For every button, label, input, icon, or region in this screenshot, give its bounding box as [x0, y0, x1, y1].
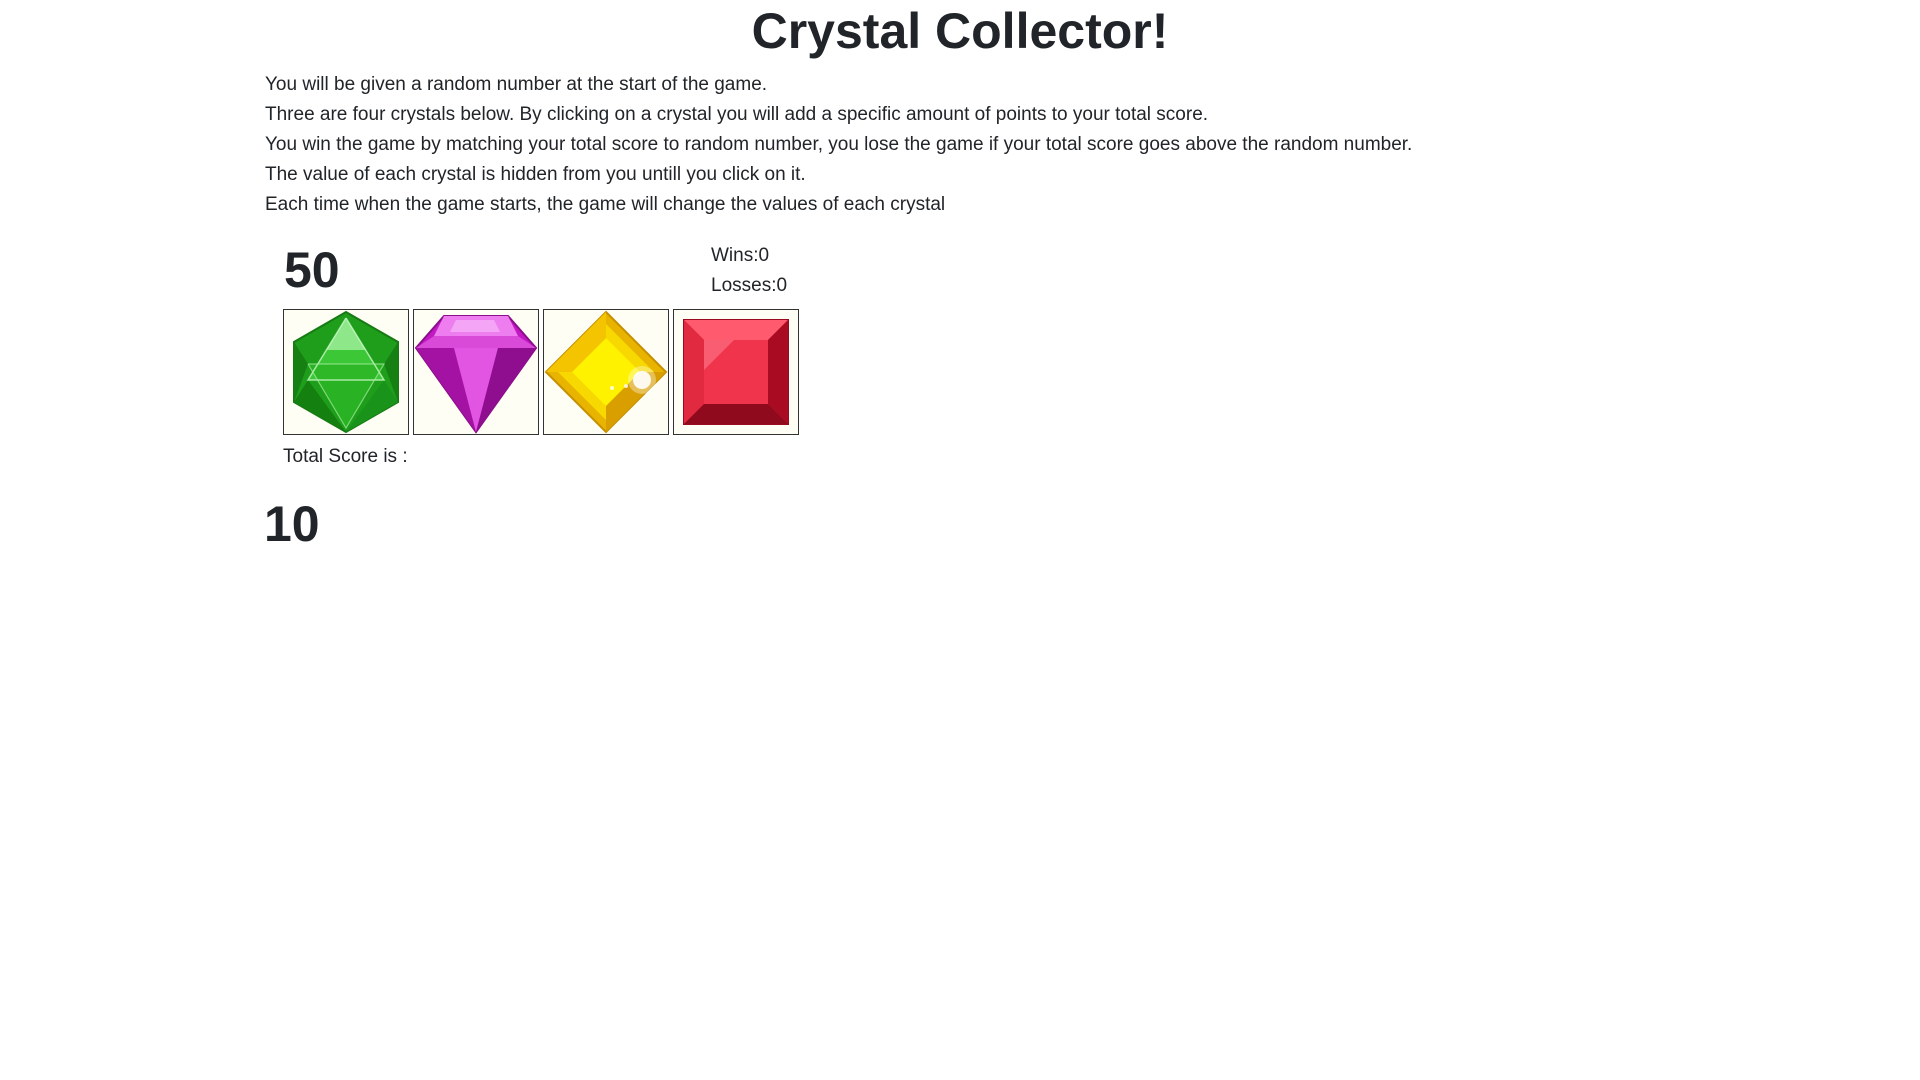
target-number: 50	[284, 242, 340, 298]
wins-counter: Wins:0	[711, 245, 770, 266]
instruction-line: You will be given a random number at the…	[265, 74, 768, 95]
red-crystal-button[interactable]	[673, 309, 799, 435]
yellow-crystal-button[interactable]	[543, 309, 669, 435]
total-score-value: 10	[264, 496, 320, 552]
instruction-line: Three are four crystals below. By clicki…	[265, 104, 1209, 125]
total-score-label: Total Score is :	[283, 446, 408, 467]
instruction-line: The value of each crystal is hidden from…	[265, 164, 806, 185]
yellow-crystal-icon	[544, 310, 668, 434]
losses-counter: Losses:0	[711, 275, 788, 296]
instruction-line: Each time when the game starts, the game…	[265, 194, 946, 215]
instruction-line: You win the game by matching your total …	[265, 134, 1413, 155]
green-crystal-button[interactable]	[283, 309, 409, 435]
red-crystal-icon	[683, 319, 789, 425]
stats: Wins:0 Losses:0	[711, 241, 787, 301]
green-crystal-icon	[293, 310, 399, 434]
page-title: Crystal Collector!	[751, 3, 1169, 59]
purple-crystal-icon	[414, 315, 538, 434]
instructions: You will be given a random number at the…	[265, 70, 1765, 220]
purple-crystal-button[interactable]	[413, 309, 539, 435]
